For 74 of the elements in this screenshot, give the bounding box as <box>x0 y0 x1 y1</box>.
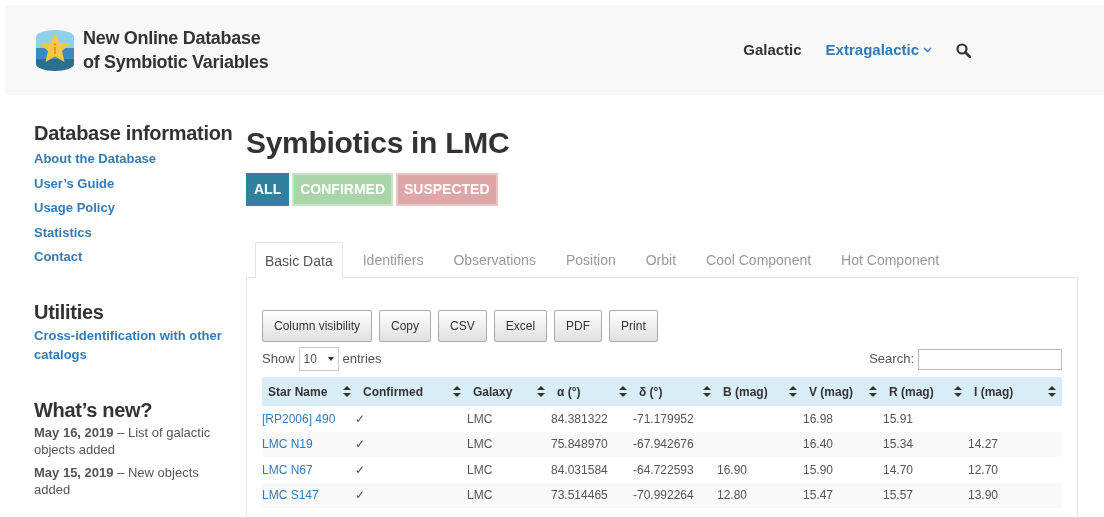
column-header[interactable]: α (°) <box>557 382 581 401</box>
export-button[interactable]: Column visibility <box>262 310 373 342</box>
sort-icon[interactable] <box>954 386 962 397</box>
site-title[interactable]: New Online Database <box>83 26 269 50</box>
table-cell: LMC <box>467 462 493 477</box>
export-button[interactable]: PDF <box>554 310 603 342</box>
sidebar-link[interactable]: Usage Policy <box>34 196 238 221</box>
column-header[interactable]: δ (°) <box>639 382 663 401</box>
star-link[interactable]: [RP2006] 490 <box>262 411 336 426</box>
table-cell: 15.47 <box>803 488 834 503</box>
table-cell: LMC <box>467 488 493 503</box>
table-cell: 14.70 <box>883 462 914 477</box>
filter-button[interactable]: ALL <box>246 173 290 206</box>
search-field[interactable] <box>918 348 1062 370</box>
sort-icon[interactable] <box>619 386 627 397</box>
sidebar-link[interactable]: Cross-identification with other catalogs <box>34 325 238 364</box>
table-cell: 14.27 <box>968 437 999 452</box>
table-cell: -71.179952 <box>633 411 694 426</box>
export-button[interactable]: Excel <box>493 310 548 342</box>
show-label: Show <box>262 350 295 369</box>
star-link[interactable]: LMC N67 <box>262 462 313 477</box>
table-cell: 84.031584 <box>551 462 608 477</box>
table-cell: 15.91 <box>883 411 914 426</box>
news-item: May 16, 2019 – List of galactic objects added <box>34 423 212 458</box>
table-cell: 12.80 <box>717 488 748 503</box>
table-cell: 15.57 <box>883 488 914 503</box>
sort-icon[interactable] <box>537 386 545 397</box>
entries-select[interactable]: 10 <box>298 347 339 371</box>
export-button[interactable]: CSV <box>438 310 487 342</box>
logo-icon <box>35 29 75 71</box>
sort-icon[interactable] <box>343 386 351 397</box>
table-cell: -70.992264 <box>633 488 694 503</box>
export-button[interactable]: Copy <box>379 310 432 342</box>
table-cell: 84.381322 <box>551 411 608 426</box>
table-cell: LMC <box>467 437 493 452</box>
sidebar-link[interactable]: About the Database <box>34 147 238 172</box>
table-cell: -67.942676 <box>633 437 694 452</box>
search-icon[interactable] <box>956 42 971 58</box>
nav-link[interactable]: Galactic <box>743 38 802 62</box>
table-cell: 13.90 <box>968 488 999 503</box>
nav-link[interactable]: Extragalactic <box>825 38 932 62</box>
sort-icon[interactable] <box>789 386 797 397</box>
check-mark: ✓ <box>355 488 365 503</box>
table-cell: 73.514465 <box>551 488 608 503</box>
sidebar-link[interactable]: User’s Guide <box>34 171 238 196</box>
table-cell: 12.70 <box>968 462 999 477</box>
sidebar-heading: Utilities <box>34 299 105 324</box>
tab[interactable]: Basic Data <box>255 242 343 278</box>
table-cell: 15.90 <box>803 462 834 477</box>
table-cell: LMC <box>467 411 493 426</box>
sidebar-link[interactable]: Statistics <box>34 220 238 245</box>
table-cell: -64.722593 <box>633 462 694 477</box>
caret-icon <box>327 357 334 361</box>
table-cell: 75.848970 <box>551 437 608 452</box>
news-item: May 15, 2019 – New objects added <box>34 463 200 498</box>
check-mark: ✓ <box>355 437 365 452</box>
search-label: Search: <box>869 350 914 369</box>
sidebar-heading: What’s new? <box>34 397 154 422</box>
check-mark: ✓ <box>355 411 365 426</box>
table-cell: 16.90 <box>717 462 748 477</box>
sort-icon[interactable] <box>453 386 461 397</box>
entries-label: entries <box>342 350 382 369</box>
site-subtitle[interactable]: of Symbiotic Variables <box>83 50 269 74</box>
check-mark: ✓ <box>355 462 365 477</box>
sort-icon[interactable] <box>1048 386 1056 397</box>
sidebar-heading: Database information <box>34 121 234 145</box>
sort-icon[interactable] <box>869 386 877 397</box>
sidebar-link[interactable]: Contact <box>34 245 238 270</box>
export-button[interactable]: Print <box>609 310 658 342</box>
sort-icon[interactable] <box>703 386 711 397</box>
table-cell: 16.40 <box>803 437 834 452</box>
table-cell: 16.98 <box>803 411 834 426</box>
table-cell: 15.34 <box>883 437 914 452</box>
page-title: Symbiotics in LMC <box>246 125 511 161</box>
